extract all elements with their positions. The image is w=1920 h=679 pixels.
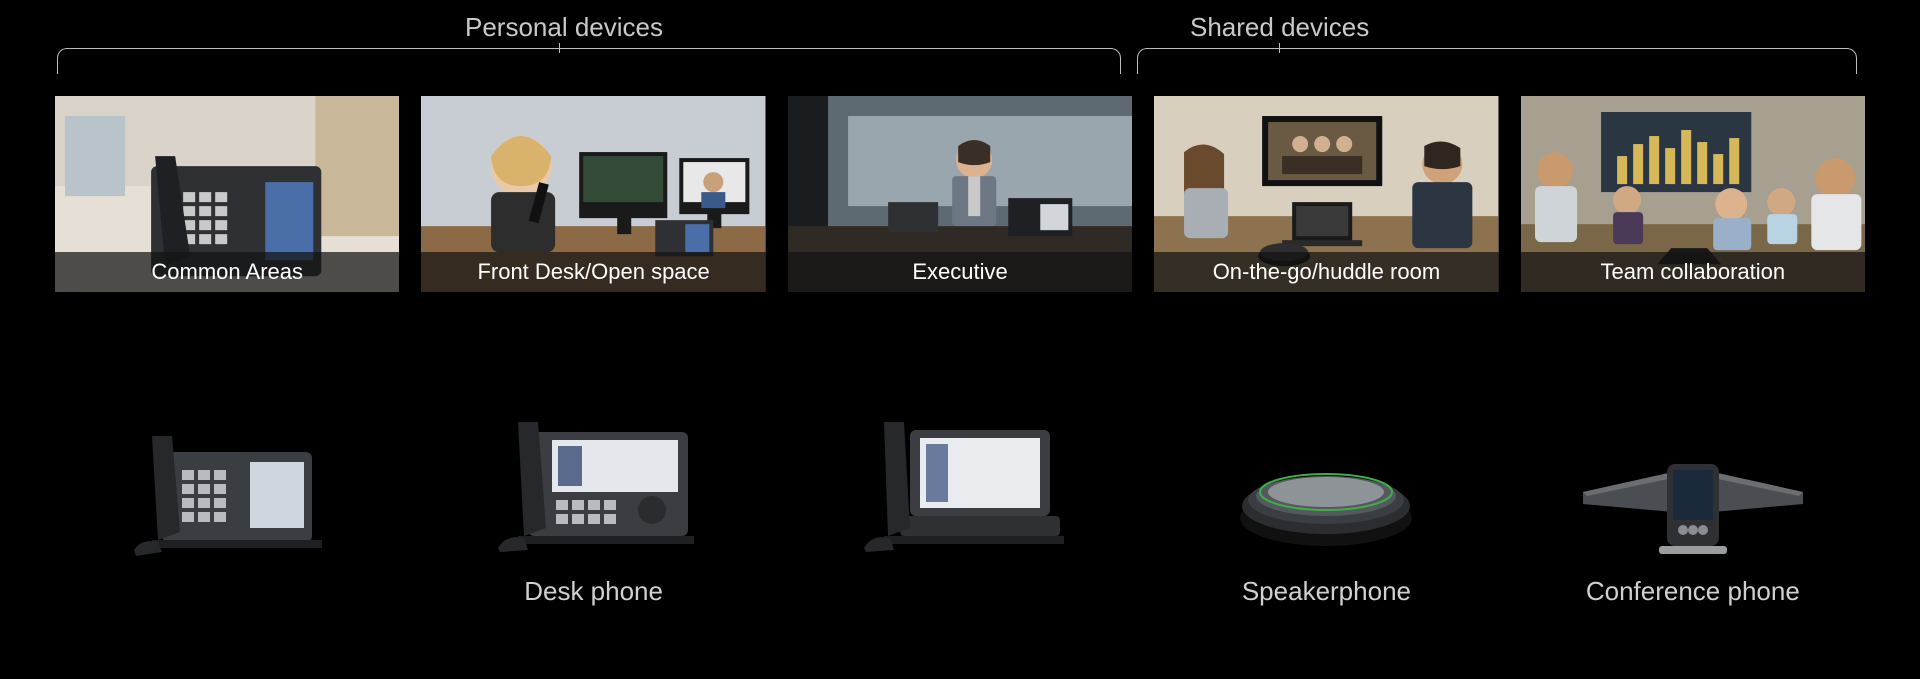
category-personal-label: Personal devices (465, 12, 663, 43)
device-label: Speakerphone (1242, 576, 1411, 608)
scenario-card-team-collaboration: Team collaboration (1521, 96, 1865, 292)
scenario-caption: On-the-go/huddle room (1213, 259, 1440, 285)
scenario-card-common-areas: Common Areas (55, 96, 399, 292)
category-brackets (55, 48, 1865, 78)
device-deskphone-3 (788, 402, 1132, 608)
device-conference-phone: Conference phone (1521, 402, 1865, 608)
device-label: Conference phone (1586, 576, 1800, 608)
device-deskphone-2: Desk phone (421, 402, 765, 608)
device-label: Desk phone (524, 576, 663, 608)
scenario-caption: Executive (912, 259, 1007, 285)
scenario-card-executive: Executive (788, 96, 1132, 292)
category-shared-label: Shared devices (1190, 12, 1369, 43)
scenario-caption: Team collaboration (1600, 259, 1785, 285)
scenario-caption: Front Desk/Open space (477, 259, 709, 285)
device-deskphone-1 (55, 402, 399, 608)
scenario-caption: Common Areas (151, 259, 303, 285)
scenario-card-huddle-room: On-the-go/huddle room (1154, 96, 1498, 292)
scenario-card-front-desk: Front Desk/Open space (421, 96, 765, 292)
device-speakerphone: Speakerphone (1154, 402, 1498, 608)
